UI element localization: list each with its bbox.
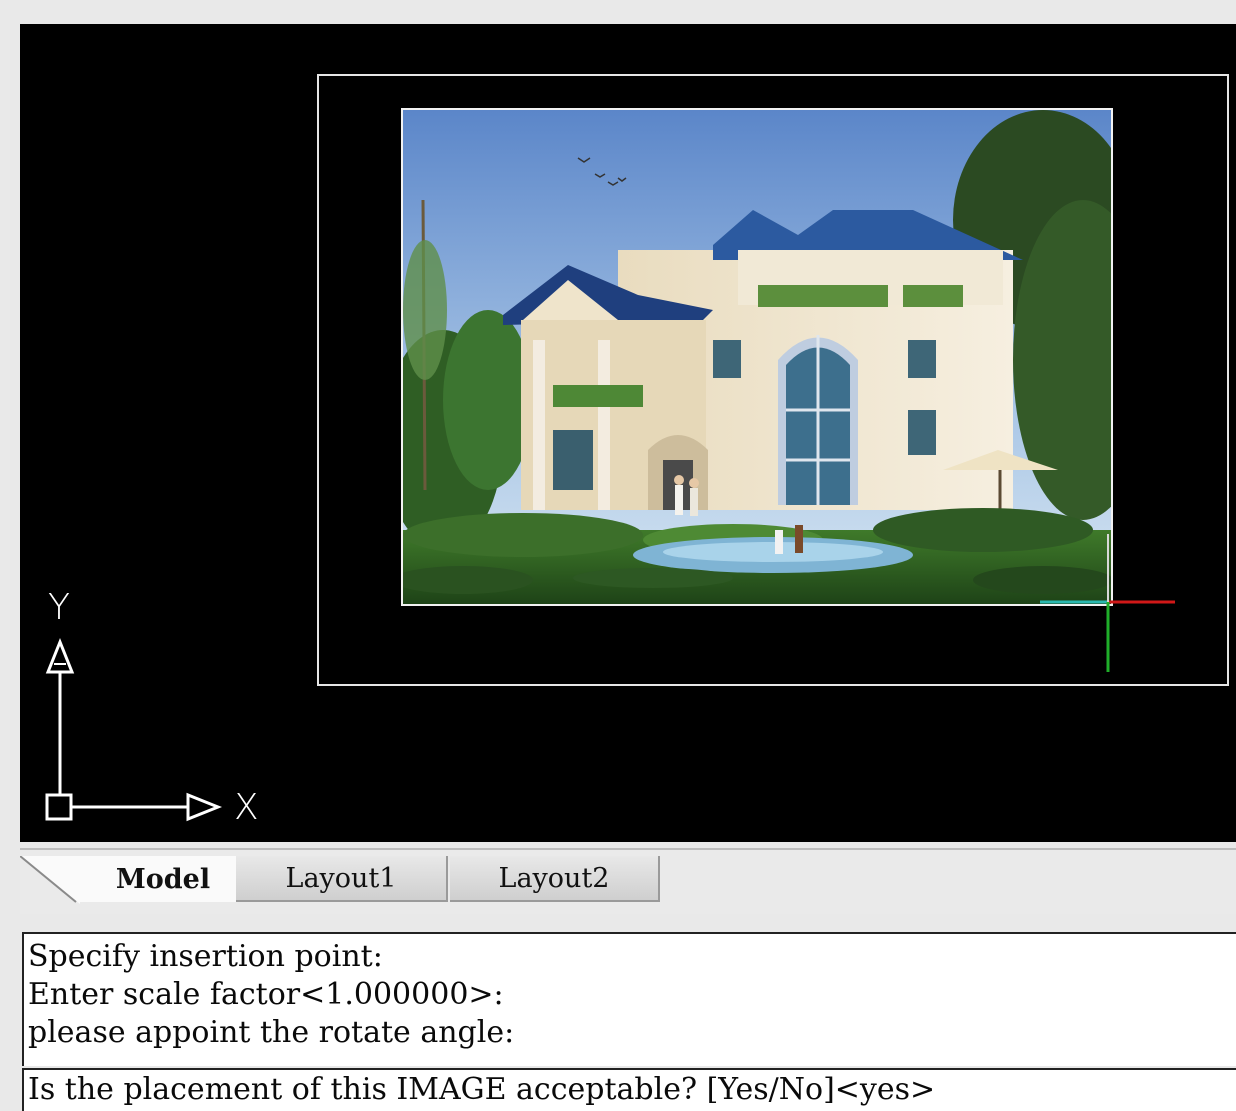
tab-model-label: Model	[115, 863, 211, 895]
layout-tab-strip: Model Layout1 Layout2	[20, 848, 1236, 914]
tab-slant-decoration	[20, 856, 80, 904]
command-line-input[interactable]: Is the placement of this IMAGE acceptabl…	[22, 1068, 1236, 1111]
drawing-canvas[interactable]: Y X	[20, 24, 1236, 842]
tab-layout2[interactable]: Layout2	[450, 856, 660, 902]
command-history-line: Enter scale factor<1.000000>:	[28, 977, 504, 1012]
command-prompt-text: Is the placement of this IMAGE acceptabl…	[28, 1072, 936, 1107]
ucs-x-label: X	[234, 787, 259, 828]
command-history-window[interactable]: Specify insertion point: Enter scale fac…	[22, 932, 1236, 1066]
tab-model[interactable]: Model	[20, 856, 236, 904]
ucs-icon: Y X	[20, 24, 1236, 842]
tab-layout1[interactable]: Layout1	[236, 856, 448, 902]
cad-application: Y X Model Layout1 Layout2 Specify insert…	[0, 0, 1236, 1111]
command-history-line: Specify insertion point:	[28, 939, 383, 974]
ucs-y-label: Y	[48, 587, 70, 628]
tab-layout1-label: Layout1	[285, 862, 397, 894]
command-history-line: please appoint the rotate angle:	[28, 1015, 515, 1050]
tab-layout2-label: Layout2	[498, 862, 610, 894]
